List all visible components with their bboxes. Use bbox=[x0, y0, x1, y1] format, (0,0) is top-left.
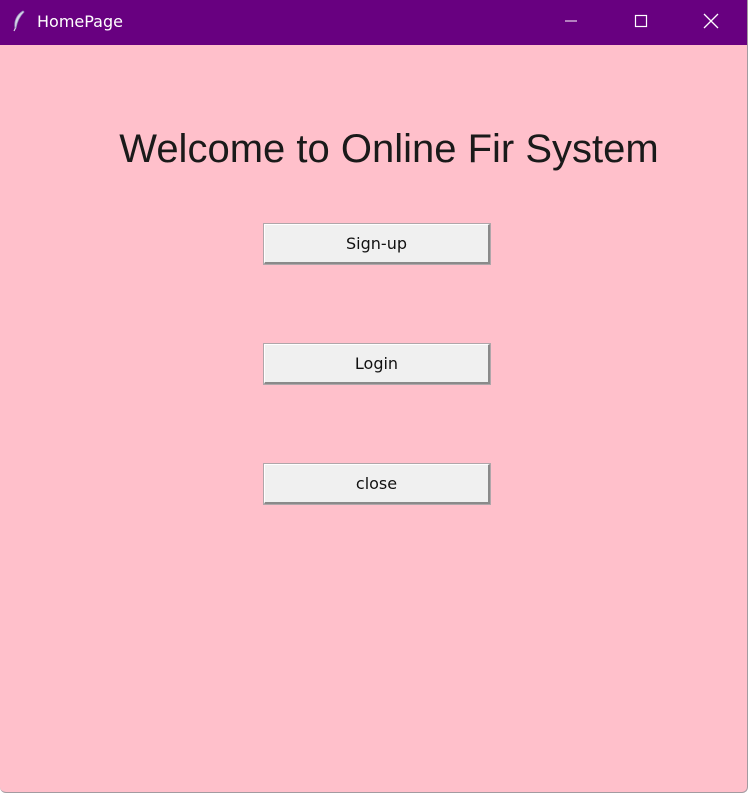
title-bar[interactable]: HomePage bbox=[0, 0, 747, 45]
signup-button[interactable]: Sign-up bbox=[263, 223, 491, 265]
homepage-window: HomePage Welcome to Online Fir System Si… bbox=[0, 0, 748, 793]
maximize-icon bbox=[633, 13, 649, 33]
page-title: Welcome to Online Fir System bbox=[119, 127, 659, 171]
minimize-icon bbox=[563, 13, 579, 33]
close-icon bbox=[702, 12, 720, 34]
close-button[interactable]: close bbox=[263, 463, 491, 505]
minimize-button[interactable] bbox=[536, 0, 606, 45]
close-window-button[interactable] bbox=[676, 0, 746, 45]
maximize-button[interactable] bbox=[606, 0, 676, 45]
login-button[interactable]: Login bbox=[263, 343, 491, 385]
feather-icon bbox=[12, 10, 26, 32]
window-title: HomePage bbox=[37, 12, 123, 31]
